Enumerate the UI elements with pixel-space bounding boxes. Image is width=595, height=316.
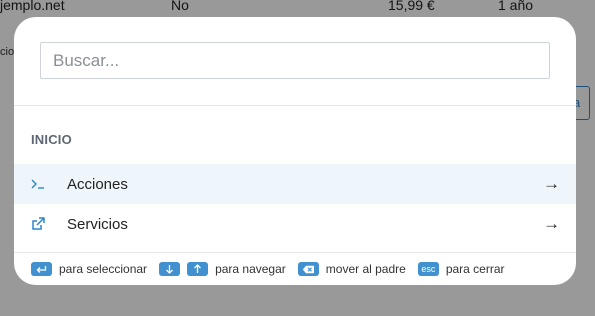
hint-parent: mover al padre	[297, 262, 406, 276]
list-item-label: Servicios	[67, 215, 128, 233]
arrow-down-key-icon	[159, 262, 181, 276]
list-item-servicios[interactable]: Servicios →	[14, 204, 576, 244]
enter-key-icon	[31, 262, 52, 276]
keyboard-hints: para seleccionar para navegar mover al p…	[14, 252, 576, 285]
arrow-up-key-icon	[187, 262, 209, 276]
backspace-key-icon	[297, 262, 319, 276]
escape-key-icon: esc	[417, 262, 439, 276]
list-item-label: Acciones	[67, 175, 128, 193]
hint-select: para seleccionar	[31, 262, 147, 276]
external-link-icon	[30, 216, 46, 232]
hint-close-text: para cerrar	[445, 262, 505, 276]
section-heading: INICIO	[31, 132, 72, 147]
hint-navigate: para navegar	[159, 262, 286, 276]
arrow-right-icon: →	[543, 174, 560, 193]
list-item-acciones[interactable]: Acciones →	[14, 164, 576, 204]
command-list: Acciones → Servicios →	[14, 164, 576, 244]
terminal-icon	[30, 176, 46, 192]
hint-parent-text: mover al padre	[325, 262, 406, 276]
hint-close: esc para cerrar	[417, 262, 505, 276]
search-input[interactable]	[40, 42, 550, 79]
hint-select-text: para seleccionar	[59, 262, 148, 276]
search-area	[14, 17, 576, 106]
command-palette: INICIO Acciones → Servicios →	[14, 17, 576, 285]
arrow-right-icon: →	[543, 214, 560, 233]
hint-navigate-text: para navegar	[215, 262, 286, 276]
